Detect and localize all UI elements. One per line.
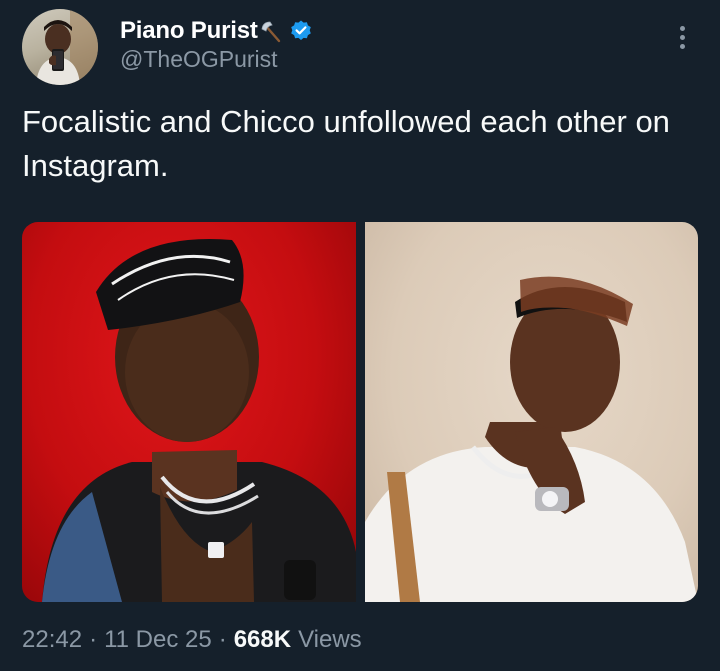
author-name-row: Piano Purist <box>120 14 313 48</box>
tweet: Piano Purist @TheOGPurist Focalistic and… <box>0 0 720 671</box>
verified-badge-icon[interactable] <box>289 19 313 43</box>
tweet-text: Focalistic and Chicco unfollowed each ot… <box>22 104 670 183</box>
meta-separator: · <box>89 626 98 653</box>
more-dot <box>679 25 685 31</box>
more-options-icon[interactable] <box>670 20 694 54</box>
tweet-meta: 22:42 · 11 Dec 25 · 668K Views <box>22 626 362 654</box>
views-label: Views <box>298 626 362 653</box>
media-grid <box>22 222 698 602</box>
axe-icon <box>259 19 283 43</box>
photo-focalistic[interactable] <box>22 222 356 602</box>
tweet-time[interactable]: 22:42 <box>22 626 82 654</box>
tweet-date[interactable]: 11 Dec 25 <box>104 626 212 654</box>
author-handle[interactable]: @TheOGPurist <box>120 46 278 73</box>
display-name[interactable]: Piano Purist <box>120 17 258 45</box>
photo-chicco[interactable] <box>365 222 698 602</box>
avatar[interactable] <box>22 9 98 85</box>
more-dot <box>679 34 685 40</box>
views-count[interactable]: 668K <box>234 626 291 654</box>
meta-separator: · <box>218 626 227 653</box>
avatar-image <box>36 9 98 85</box>
more-dot <box>679 43 685 49</box>
